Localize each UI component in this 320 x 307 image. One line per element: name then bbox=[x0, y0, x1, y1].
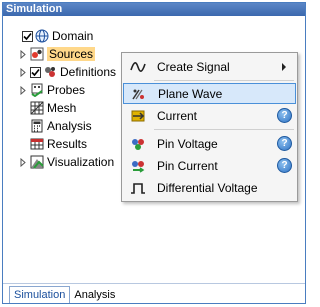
checkbox-checked[interactable] bbox=[22, 30, 33, 42]
submenu-arrow-icon bbox=[282, 63, 286, 71]
globe-icon bbox=[35, 29, 49, 43]
tab-simulation[interactable]: Simulation bbox=[9, 286, 71, 303]
sources-context-menu: Create Signal Plane Wave Current ? Pin V… bbox=[121, 52, 298, 202]
expand-arrow-icon[interactable] bbox=[18, 157, 27, 167]
tree-item-label: Visualization bbox=[47, 155, 115, 169]
panel-title: Simulation bbox=[3, 3, 305, 16]
menu-item-label: Plane Wave bbox=[158, 86, 223, 101]
expand-arrow-icon[interactable] bbox=[18, 85, 27, 95]
tree-item-label: Mesh bbox=[47, 101, 77, 115]
panel-tab-bar: Simulation Analysis bbox=[3, 283, 305, 303]
differential-voltage-icon bbox=[123, 181, 153, 195]
menu-separator bbox=[154, 80, 294, 81]
menu-item-differential-voltage[interactable]: Differential Voltage bbox=[123, 177, 296, 198]
pin-voltage-icon bbox=[123, 137, 153, 151]
menu-item-label: Create Signal bbox=[157, 59, 230, 74]
tree-item-mesh[interactable]: Mesh bbox=[30, 99, 76, 117]
sources-icon bbox=[30, 47, 44, 61]
tree-item-label: Domain bbox=[52, 29, 94, 43]
menu-separator bbox=[154, 129, 294, 130]
tree-item-label: Results bbox=[47, 137, 88, 151]
calculator-icon bbox=[30, 119, 44, 133]
tree-item-label: Analysis bbox=[47, 119, 92, 133]
visualization-icon bbox=[30, 155, 44, 169]
expand-arrow-icon[interactable] bbox=[18, 49, 27, 59]
menu-item-pin-voltage[interactable]: Pin Voltage ? bbox=[123, 133, 296, 154]
current-source-icon bbox=[123, 109, 153, 123]
expand-arrow-icon[interactable] bbox=[18, 67, 27, 77]
menu-item-label: Differential Voltage bbox=[157, 180, 258, 195]
tree-item-label: Definitions bbox=[60, 65, 117, 79]
help-icon[interactable]: ? bbox=[277, 158, 292, 173]
tab-analysis[interactable]: Analysis bbox=[70, 287, 119, 303]
definitions-icon bbox=[43, 65, 57, 79]
mesh-icon bbox=[30, 101, 44, 115]
results-table-icon bbox=[30, 137, 44, 151]
plane-wave-icon bbox=[124, 87, 154, 101]
menu-item-pin-current[interactable]: Pin Current ? bbox=[123, 155, 296, 176]
menu-item-plane-wave[interactable]: Plane Wave bbox=[123, 83, 296, 104]
probes-icon bbox=[30, 83, 44, 97]
tree-item-sources[interactable]: Sources bbox=[18, 45, 96, 63]
menu-item-label: Current bbox=[157, 108, 198, 123]
tree-item-probes[interactable]: Probes bbox=[18, 81, 85, 99]
checkbox-checked[interactable] bbox=[30, 66, 41, 78]
tree-item-results[interactable]: Results bbox=[30, 135, 87, 153]
menu-item-label: Pin Current bbox=[157, 158, 218, 173]
tree-item-analysis[interactable]: Analysis bbox=[30, 117, 92, 135]
menu-item-current[interactable]: Current ? bbox=[123, 105, 296, 126]
tree-item-label: Sources bbox=[47, 47, 96, 61]
help-icon[interactable]: ? bbox=[277, 108, 292, 123]
signal-wave-icon bbox=[123, 61, 153, 73]
menu-item-create-signal[interactable]: Create Signal bbox=[123, 56, 296, 77]
tree-item-definitions[interactable]: Definitions bbox=[18, 63, 116, 81]
tree-item-visualization[interactable]: Visualization bbox=[18, 153, 114, 171]
tree-item-domain[interactable]: Domain bbox=[22, 27, 93, 45]
tree-item-label: Probes bbox=[47, 83, 86, 97]
help-icon[interactable]: ? bbox=[277, 136, 292, 151]
pin-current-icon bbox=[123, 159, 153, 173]
menu-item-label: Pin Voltage bbox=[157, 136, 218, 151]
